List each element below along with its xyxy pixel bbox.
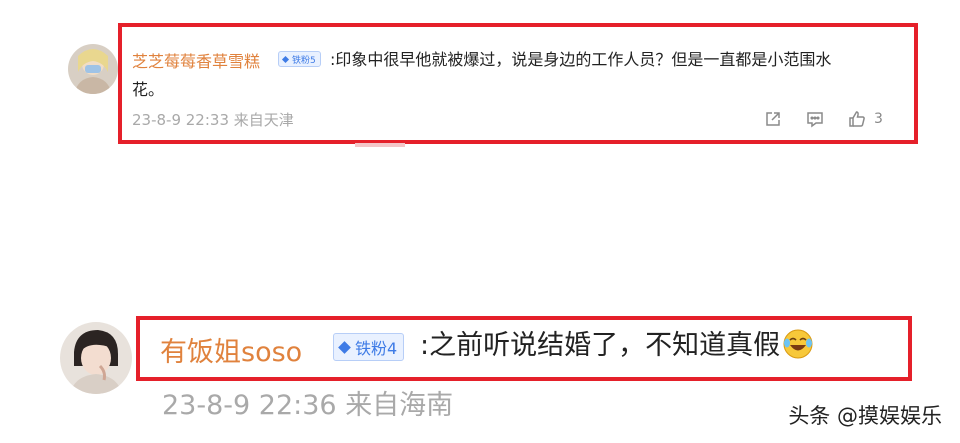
comment-text: :印象中很早他就被爆过，说是身边的工作人员？但是一直都是小范围水 bbox=[330, 50, 832, 69]
diamond-icon bbox=[281, 55, 290, 63]
like-icon[interactable] bbox=[846, 108, 868, 130]
laughing-crying-emoji-icon bbox=[782, 328, 814, 360]
comment-meta: 23-8-9 22:36 来自海南 bbox=[162, 383, 453, 422]
avatar[interactable] bbox=[68, 44, 118, 94]
comment-actions: 3 bbox=[762, 108, 883, 130]
divider bbox=[355, 143, 405, 147]
comment-text: :之前听说结婚了，不知道真假 bbox=[420, 328, 814, 363]
comment-timestamp: 23-8-9 22:33 bbox=[132, 111, 229, 129]
avatar[interactable] bbox=[60, 322, 132, 394]
like-count: 3 bbox=[874, 111, 883, 127]
diamond-icon bbox=[338, 340, 351, 354]
comment-username[interactable]: 有饭姐soso bbox=[160, 330, 302, 369]
fan-badge-label: 铁粉4 bbox=[355, 339, 398, 358]
screenshot-stage: 芝芝莓莓香草雪糕 铁粉5 :印象中很早他就被爆过，说是身边的工作人员？但是一直都… bbox=[0, 0, 960, 443]
comment-location: 来自海南 bbox=[345, 390, 454, 421]
comment-text-continued: 花。 bbox=[132, 80, 165, 99]
fan-badge: 铁粉4 bbox=[333, 333, 405, 361]
comment-icon[interactable] bbox=[804, 108, 826, 130]
comment-username[interactable]: 芝芝莓莓香草雪糕 bbox=[132, 48, 260, 72]
comment-timestamp: 23-8-9 22:36 bbox=[162, 390, 337, 421]
watermark: 头条 @摸娱娱乐 bbox=[788, 404, 942, 428]
comment-location: 来自天津 bbox=[233, 111, 294, 129]
fan-badge: 铁粉5 bbox=[278, 51, 321, 67]
share-icon[interactable] bbox=[762, 108, 784, 130]
comment-meta: 23-8-9 22:33 来自天津 bbox=[132, 109, 294, 130]
comment-text-content: :之前听说结婚了，不知道真假 bbox=[420, 330, 781, 361]
fan-badge-label: 铁粉5 bbox=[292, 55, 316, 66]
